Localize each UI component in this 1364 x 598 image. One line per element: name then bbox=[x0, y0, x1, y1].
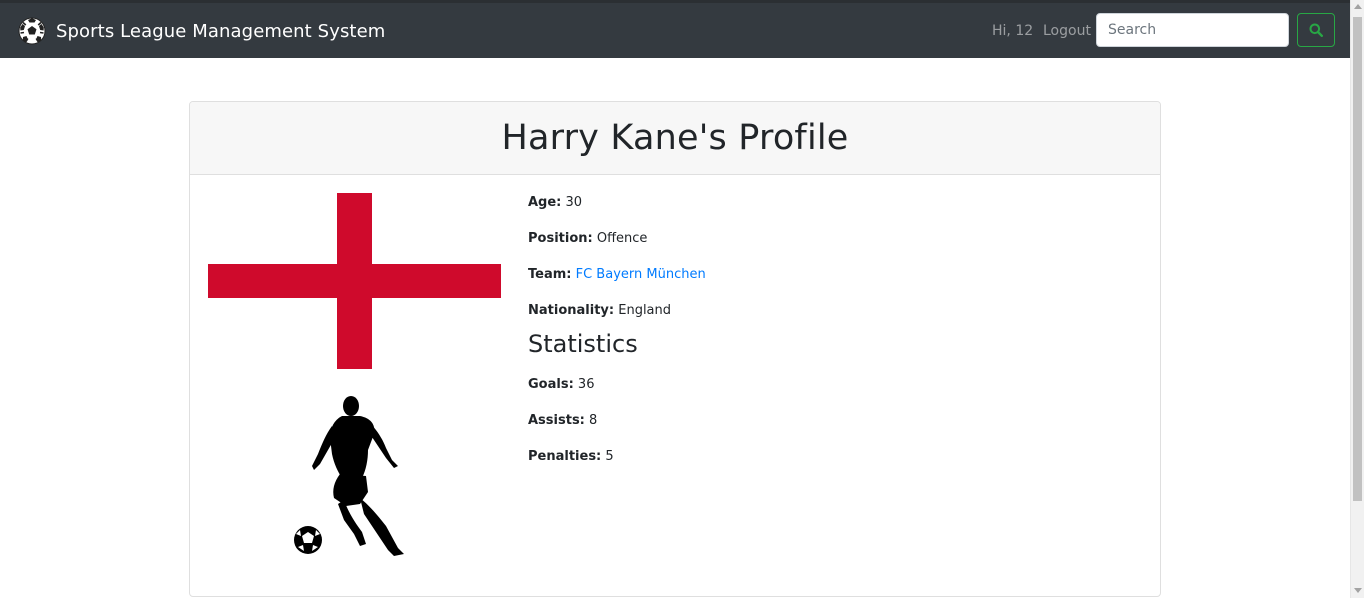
assists-value: 8 bbox=[589, 413, 598, 428]
scrollbar-thumb[interactable] bbox=[1353, 17, 1362, 501]
search-icon bbox=[1309, 23, 1323, 37]
penalties-value: 5 bbox=[605, 449, 614, 464]
team-link[interactable]: FC Bayern München bbox=[576, 267, 706, 282]
position-value: Offence bbox=[596, 231, 648, 246]
soccer-ball-icon bbox=[18, 17, 46, 45]
navbar: Sports League Management System Hi, 12 L… bbox=[0, 0, 1350, 58]
team-row: Team: FC Bayern München bbox=[528, 267, 706, 282]
nationality-row: Nationality: England bbox=[528, 303, 671, 318]
nationality-label: Nationality: bbox=[528, 303, 615, 318]
scroll-up-arrow-icon[interactable] bbox=[1354, 4, 1362, 9]
assists-row: Assists: 8 bbox=[528, 413, 597, 428]
penalties-label: Penalties: bbox=[528, 449, 602, 464]
team-label: Team: bbox=[528, 267, 572, 282]
vertical-scrollbar[interactable] bbox=[1350, 0, 1364, 598]
logout-link[interactable]: Logout bbox=[1043, 23, 1091, 39]
soccer-player-silhouette-icon bbox=[294, 396, 404, 556]
goals-label: Goals: bbox=[528, 377, 574, 392]
goals-value: 36 bbox=[577, 377, 595, 392]
brand-title: Sports League Management System bbox=[56, 20, 386, 42]
search-input[interactable] bbox=[1096, 13, 1289, 47]
nationality-value: England bbox=[618, 303, 672, 318]
position-row: Position: Offence bbox=[528, 231, 647, 246]
brand-link[interactable]: Sports League Management System bbox=[18, 17, 385, 45]
statistics-heading: Statistics bbox=[528, 330, 638, 358]
goals-row: Goals: 36 bbox=[528, 377, 594, 392]
page-title: Harry Kane's Profile bbox=[501, 118, 849, 158]
age-value: 30 bbox=[565, 195, 583, 210]
scroll-down-arrow-icon[interactable] bbox=[1354, 588, 1362, 593]
age-row: Age: 30 bbox=[528, 195, 582, 210]
profile-card-header: Harry Kane's Profile bbox=[190, 102, 1160, 175]
age-label: Age: bbox=[528, 195, 562, 210]
assists-label: Assists: bbox=[528, 413, 585, 428]
profile-card: Harry Kane's Profile Age: 30 Position: O… bbox=[189, 101, 1161, 597]
user-greeting: Hi, 12 bbox=[992, 23, 1034, 39]
search-button[interactable] bbox=[1297, 13, 1335, 47]
penalties-row: Penalties: 5 bbox=[528, 449, 614, 464]
position-label: Position: bbox=[528, 231, 593, 246]
page: Sports League Management System Hi, 12 L… bbox=[0, 0, 1364, 598]
england-flag-icon bbox=[208, 193, 501, 369]
